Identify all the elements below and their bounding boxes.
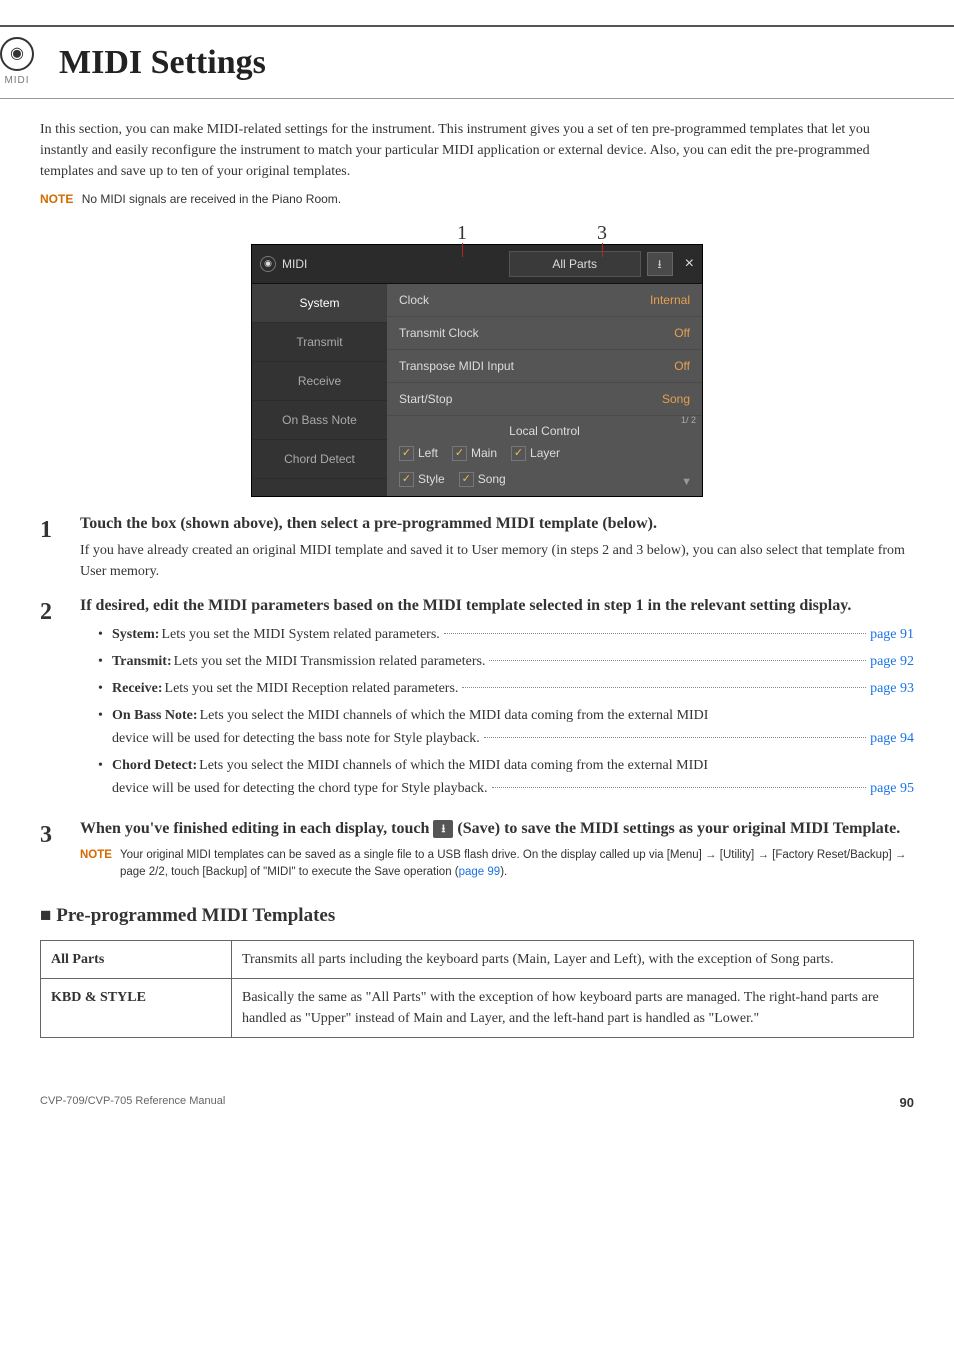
page-link[interactable]: page 94 [870, 728, 914, 749]
template-desc: Transmits all parts including the keyboa… [232, 941, 914, 979]
check-layer[interactable]: ✓Layer [511, 444, 560, 462]
sidebar-item-chord-detect[interactable]: Chord Detect [252, 440, 387, 479]
save-button[interactable]: ⭳ [647, 252, 673, 276]
templates-heading: Pre-programmed MIDI Templates [40, 902, 914, 931]
step-1-heading: Touch the box (shown above), then select… [80, 512, 914, 536]
pointer-1: 1 [457, 218, 467, 248]
sidebar-item-receive[interactable]: Receive [252, 362, 387, 401]
setting-value: Off [674, 357, 690, 375]
check-style[interactable]: ✓Style [399, 470, 445, 488]
setting-key: Clock [399, 291, 429, 309]
check-left[interactable]: ✓Left [399, 444, 438, 462]
template-name: KBD & STYLE [41, 979, 232, 1038]
midi-screenshot: ◉ MIDI All Parts ⭳ × System Transmit Rec… [251, 244, 703, 497]
midi-connector-icon: ◉ [260, 256, 276, 272]
step-1-sub: If you have already created an original … [80, 540, 914, 582]
list-item: Transmit: Lets you set the MIDI Transmis… [98, 651, 914, 672]
pager-indicator: 1/ 2 [681, 414, 696, 428]
page-title: MIDI Settings [59, 37, 266, 88]
setting-key: Transpose MIDI Input [399, 357, 514, 375]
step-number-1: 1 [40, 512, 80, 548]
local-control-label: Local Control [387, 416, 702, 440]
list-item: Chord Detect: Lets you select the MIDI c… [98, 755, 914, 799]
pointer-3: 3 [597, 218, 607, 248]
midi-icon-label: MIDI [0, 73, 34, 88]
setting-row[interactable]: Start/Stop Song [387, 383, 702, 416]
intro-paragraph: In this section, you can make MIDI-relat… [40, 119, 914, 182]
note-label: NOTE [40, 192, 73, 206]
setting-key: Transmit Clock [399, 324, 479, 342]
setting-row[interactable]: Transpose MIDI Input Off [387, 350, 702, 383]
templates-table: All Parts Transmits all parts including … [40, 940, 914, 1038]
step-3-note: Your original MIDI templates can be save… [120, 847, 914, 882]
setting-row[interactable]: Clock Internal [387, 284, 702, 317]
table-row: KBD & STYLE Basically the same as "All P… [41, 979, 914, 1038]
setting-row[interactable]: Transmit Clock Off [387, 317, 702, 350]
step-3-heading: When you've finished editing in each dis… [80, 817, 914, 841]
page-link[interactable]: page 99 [459, 866, 501, 878]
check-main[interactable]: ✓Main [452, 444, 497, 462]
note-text: No MIDI signals are received in the Pian… [82, 192, 341, 206]
footer-reference: CVP-709/CVP-705 Reference Manual [40, 1093, 225, 1113]
midi-icon-block: ◉ MIDI [0, 37, 34, 88]
sidebar-item-transmit[interactable]: Transmit [252, 323, 387, 362]
list-item: Receive: Lets you set the MIDI Reception… [98, 678, 914, 699]
page-number: 90 [900, 1093, 914, 1113]
setting-value: Internal [650, 291, 690, 309]
template-desc: Basically the same as "All Parts" with t… [232, 979, 914, 1038]
note-label: NOTE [80, 847, 112, 882]
screenshot-title: MIDI [282, 255, 307, 273]
screenshot-sidebar: System Transmit Receive On Bass Note Cho… [252, 284, 387, 496]
list-item: System: Lets you set the MIDI System rel… [98, 624, 914, 645]
midi-connector-icon: ◉ [0, 37, 34, 71]
step-number-2: 2 [40, 594, 80, 630]
table-row: All Parts Transmits all parts including … [41, 941, 914, 979]
sidebar-item-system[interactable]: System [252, 284, 387, 323]
page-link[interactable]: page 95 [870, 778, 914, 799]
template-dropdown[interactable]: All Parts [509, 251, 641, 277]
page-down-arrow-icon[interactable]: ▼ [681, 474, 692, 491]
page-link[interactable]: page 91 [870, 624, 914, 645]
setting-value: Off [674, 324, 690, 342]
check-song[interactable]: ✓Song [459, 470, 506, 488]
sidebar-item-on-bass-note[interactable]: On Bass Note [252, 401, 387, 440]
close-button[interactable]: × [685, 252, 694, 276]
list-item: On Bass Note: Lets you select the MIDI c… [98, 705, 914, 749]
note-line: NOTE No MIDI signals are received in the… [40, 190, 914, 208]
page-link[interactable]: page 93 [870, 678, 914, 699]
save-icon: ⭳ [433, 820, 453, 838]
setting-key: Start/Stop [399, 390, 452, 408]
template-name: All Parts [41, 941, 232, 979]
step-number-3: 3 [40, 817, 80, 853]
step-2-heading: If desired, edit the MIDI parameters bas… [80, 594, 914, 618]
page-link[interactable]: page 92 [870, 651, 914, 672]
setting-value: Song [662, 390, 690, 408]
